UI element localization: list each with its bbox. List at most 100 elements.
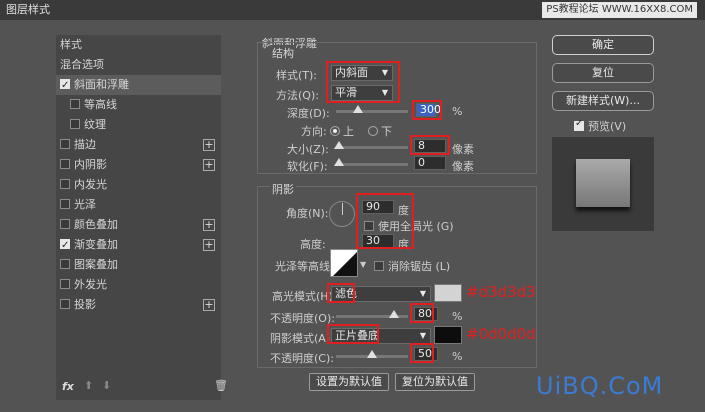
checkbox[interactable]: [60, 219, 70, 229]
annotation-box: [410, 343, 434, 363]
sidebar-item-satin[interactable]: 光泽: [56, 195, 221, 215]
sidebar-item-stroke[interactable]: 描边 +: [56, 135, 221, 155]
depth-slider[interactable]: [336, 105, 408, 113]
reset-button[interactable]: 复位: [552, 63, 654, 83]
sidebar-footer: fx ⬆ ⬇ 🗑: [56, 378, 228, 396]
direction-down-radio[interactable]: 下: [368, 123, 392, 139]
checkbox[interactable]: [60, 159, 70, 169]
new-style-button[interactable]: 新建样式(W)...: [552, 91, 654, 111]
highlight-opacity-slider[interactable]: [336, 310, 408, 318]
altitude-label: 高度:: [300, 238, 326, 251]
shadow-color-swatch[interactable]: [434, 326, 462, 344]
sidebar-item-label: 渐变叠加: [74, 238, 118, 251]
annotation-box: [356, 193, 414, 249]
sidebar-item-label: 投影: [74, 298, 96, 311]
antialias-checkbox[interactable]: 消除锯齿 (L): [374, 258, 450, 274]
plus-icon[interactable]: +: [203, 299, 215, 311]
sidebar-item-blending[interactable]: 混合选项: [56, 55, 221, 75]
chevron-down-icon[interactable]: ▼: [360, 260, 366, 269]
checkbox-label: 预览(V): [588, 120, 627, 133]
style-label: 样式(T):: [276, 69, 318, 82]
highlight-opacity-unit: %: [452, 310, 463, 323]
size-unit: 像素: [452, 143, 474, 156]
sidebar-item-outer-glow[interactable]: 外发光: [56, 275, 221, 295]
styles-header[interactable]: 样式: [56, 35, 221, 55]
set-default-button[interactable]: 设置为默认值: [309, 373, 389, 391]
direction-label: 方向:: [301, 125, 327, 138]
gloss-contour-label: 光泽等高线:: [275, 260, 334, 273]
highlight-color-swatch[interactable]: [434, 284, 462, 302]
arrow-up-icon[interactable]: ⬆: [84, 379, 93, 392]
checkbox[interactable]: [70, 119, 80, 129]
checkbox: [374, 261, 384, 271]
ok-button[interactable]: 确定: [552, 35, 654, 55]
shadow-opacity-thumb[interactable]: [367, 350, 377, 358]
watermark-top: PS教程论坛 WWW.16XX8.COM: [542, 2, 697, 18]
soften-unit: 像素: [452, 160, 474, 173]
gloss-contour-swatch[interactable]: [330, 249, 358, 277]
highlight-opacity-thumb[interactable]: [388, 310, 399, 318]
watermark-logo: UiBQ.CoM: [536, 372, 664, 400]
radio-label: 上: [343, 125, 354, 138]
sidebar-item-label: 颜色叠加: [74, 218, 118, 231]
annotation-box: [327, 324, 379, 344]
fx-icon[interactable]: fx: [62, 380, 74, 393]
plus-icon[interactable]: +: [203, 239, 215, 251]
annotation-box: [410, 135, 450, 155]
size-slider-thumb[interactable]: [334, 141, 344, 149]
sidebar-item-inner-glow[interactable]: 内发光: [56, 175, 221, 195]
shadow-opacity-slider[interactable]: [336, 350, 408, 358]
soften-input[interactable]: 0: [414, 156, 446, 170]
depth-unit: %: [452, 105, 463, 118]
annotation-box: [326, 61, 400, 103]
checkbox[interactable]: [60, 199, 70, 209]
sidebar-item-pattern-overlay[interactable]: 图案叠加: [56, 255, 221, 275]
plus-icon[interactable]: +: [203, 159, 215, 171]
plus-icon[interactable]: +: [203, 139, 215, 151]
depth-slider-thumb[interactable]: [352, 105, 363, 113]
soften-slider-thumb[interactable]: [334, 158, 344, 166]
angle-label: 角度(N):: [286, 207, 329, 220]
checkbox[interactable]: [70, 99, 80, 109]
checkbox[interactable]: [60, 259, 70, 269]
sidebar-item-color-overlay[interactable]: 颜色叠加 +: [56, 215, 221, 235]
sidebar-item-label: 图案叠加: [74, 258, 118, 271]
sidebar-item-inner-shadow[interactable]: 内阴影 +: [56, 155, 221, 175]
size-slider[interactable]: [334, 141, 408, 149]
radio-label: 下: [381, 125, 392, 138]
sidebar-item-label: 光泽: [74, 198, 96, 211]
sidebar-item-gradient-overlay[interactable]: 渐变叠加 +: [56, 235, 221, 256]
styles-list: 样式 混合选项 斜面和浮雕 等高线 纹理 描边 + 内阴影 + 内发光 光泽 颜色叠…: [56, 35, 221, 400]
checkbox[interactable]: [60, 236, 70, 256]
angle-dial-needle: [342, 203, 343, 215]
preview-checkbox[interactable]: 预览(V): [574, 118, 626, 134]
preview-shape: [576, 159, 630, 207]
radio-icon: [368, 126, 378, 136]
chevron-down-icon: ▼: [419, 331, 426, 340]
direction-up-radio[interactable]: 上: [330, 123, 354, 139]
checkbox[interactable]: [60, 179, 70, 189]
trash-icon[interactable]: 🗑: [214, 379, 228, 392]
technique-label: 方法(Q):: [276, 89, 319, 102]
sidebar-item-drop-shadow[interactable]: 投影 +: [56, 295, 221, 315]
chevron-down-icon: ▼: [419, 289, 426, 298]
shadow-mode-label: 阴影模式(A):: [270, 332, 334, 345]
sidebar-item-label: 斜面和浮雕: [74, 78, 129, 91]
sidebar-item-contour[interactable]: 等高线: [56, 95, 221, 115]
checkbox[interactable]: [60, 299, 70, 309]
soften-slider[interactable]: [334, 158, 408, 166]
sidebar-item-bevel[interactable]: 斜面和浮雕: [56, 75, 221, 96]
angle-dial[interactable]: [329, 201, 355, 227]
arrow-down-icon[interactable]: ⬇: [102, 379, 111, 392]
sidebar-item-texture[interactable]: 纹理: [56, 115, 221, 135]
plus-icon[interactable]: +: [203, 219, 215, 231]
annotation-box: [410, 303, 434, 323]
checkbox[interactable]: [60, 139, 70, 149]
checkbox: [574, 118, 584, 131]
size-label: 大小(Z):: [287, 143, 329, 156]
depth-label: 深度(D):: [287, 107, 330, 120]
checkbox[interactable]: [60, 76, 70, 96]
checkbox[interactable]: [60, 279, 70, 289]
reset-default-button[interactable]: 复位为默认值: [395, 373, 475, 391]
shadow-hex-annotation: #0d0d0d: [466, 325, 536, 343]
